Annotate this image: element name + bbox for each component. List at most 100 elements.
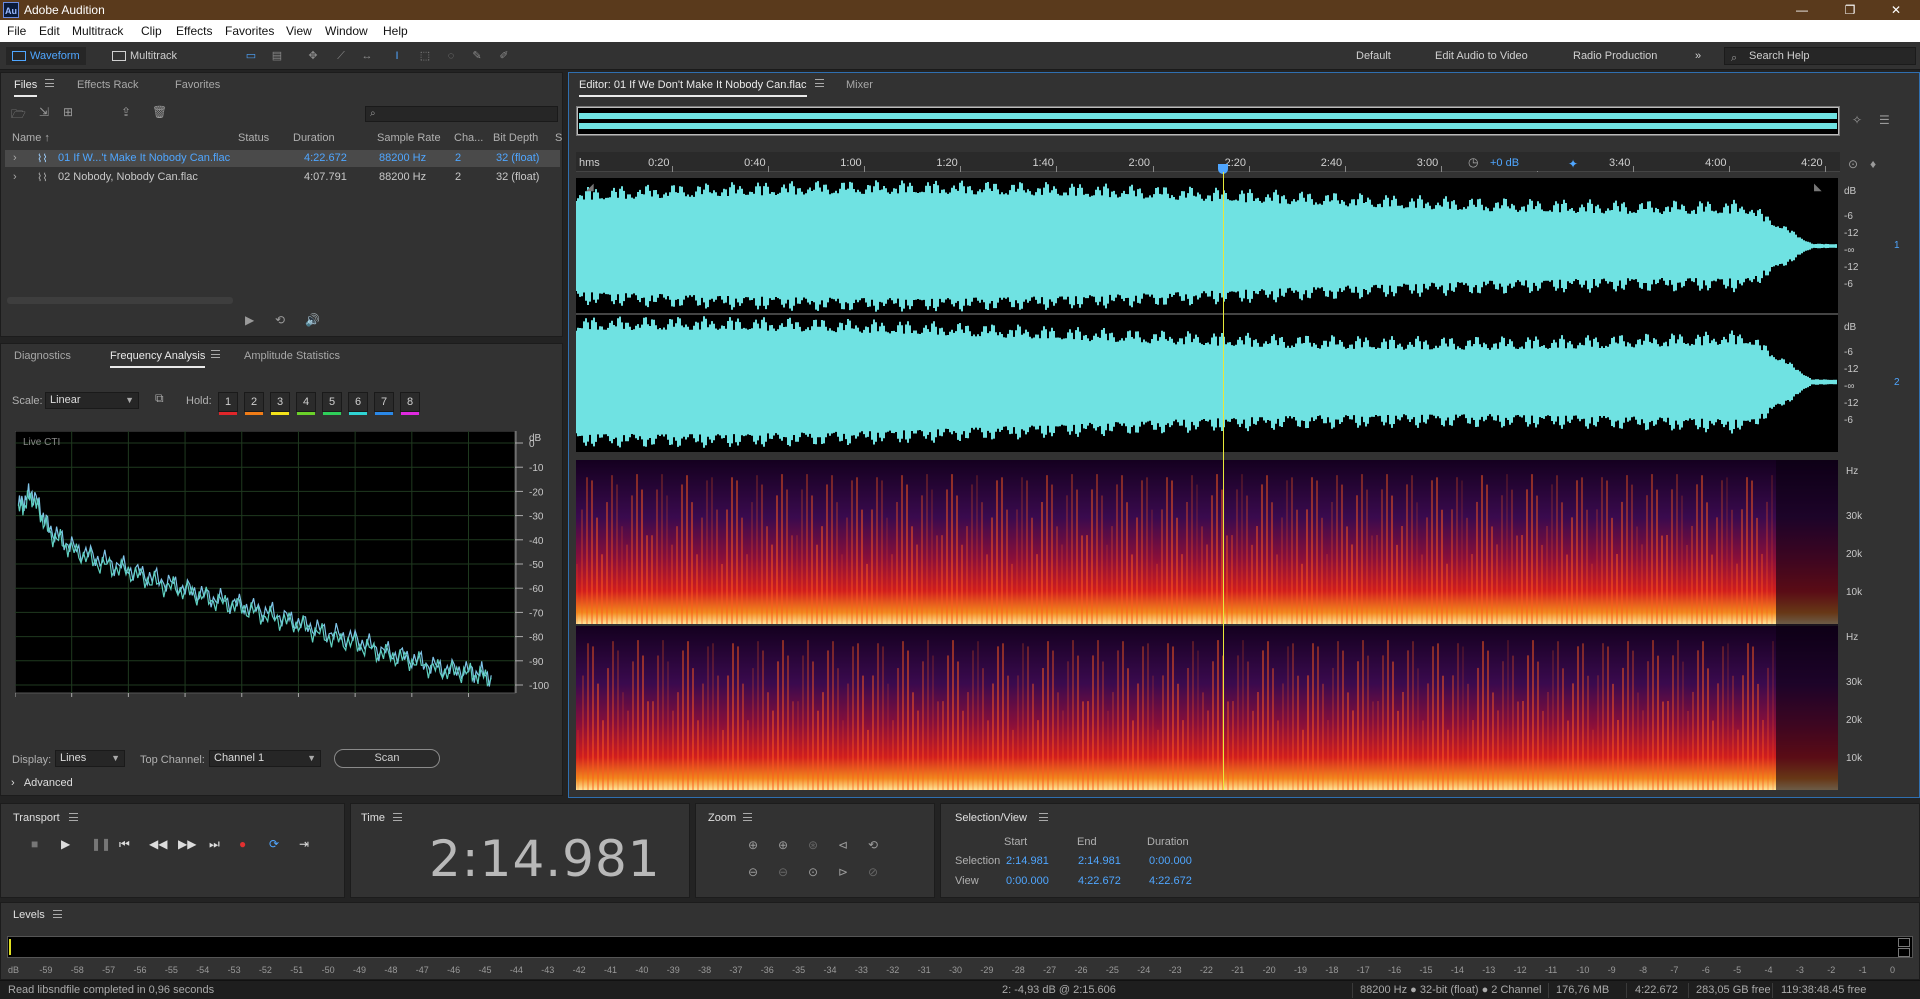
pause-icon[interactable]: ❚❚	[91, 837, 111, 851]
spot-healing-tool-icon[interactable]: ✐	[497, 50, 511, 62]
horizontal-scrollbar[interactable]	[7, 297, 233, 304]
spectral-display-icon[interactable]: ▭	[244, 50, 258, 62]
overview-navigator[interactable]	[576, 106, 1840, 136]
hud-gain-control[interactable]: ◷ +0 dB	[1466, 155, 1540, 171]
open-file-icon[interactable]: 🗁	[11, 105, 26, 126]
auto-play-icon[interactable]: 🔊	[305, 313, 320, 327]
tab-frequency-analysis[interactable]: Frequency Analysis	[110, 350, 206, 368]
zoom-out-time-icon[interactable]: ⊖	[778, 865, 788, 879]
analysis-panel-menu-icon[interactable]	[211, 350, 220, 358]
brush-tool-icon[interactable]: ✎	[470, 50, 484, 62]
insert-into-multitrack-icon[interactable]: ⇪	[121, 105, 131, 119]
scale-select[interactable]: Linear ▼	[45, 392, 139, 409]
menu-window[interactable]: Window	[325, 24, 368, 38]
hold-button-2[interactable]: 2	[244, 392, 264, 415]
col-sample-rate[interactable]: Sample Rate	[377, 132, 441, 144]
hold-button-3[interactable]: 3	[270, 392, 290, 415]
zoom-to-out-point-icon[interactable]: ⊲	[838, 838, 848, 852]
loop-icon[interactable]: ⟲	[275, 313, 285, 327]
zoom-out-amplitude-icon[interactable]: ⊖	[748, 865, 758, 879]
zoom-in-amplitude-icon[interactable]: ⊕	[748, 838, 758, 852]
clip-indicator-left[interactable]	[1898, 938, 1910, 947]
files-search-input[interactable]: ⌕	[365, 106, 558, 122]
hold-button-7[interactable]: 7	[374, 392, 394, 415]
tab-effects-rack[interactable]: Effects Rack	[77, 79, 139, 91]
skip-selection-icon[interactable]: ⇥	[299, 837, 309, 851]
tab-files[interactable]: Files	[14, 79, 38, 97]
zoom-menu-icon[interactable]	[743, 813, 752, 821]
file-row[interactable]: › ⌇⌇ 02 Nobody, Nobody Can.flac 4:07.791…	[5, 169, 560, 186]
view-start-field[interactable]: 0:00.000	[1006, 875, 1049, 887]
menu-view[interactable]: View	[286, 24, 312, 38]
razor-tool-icon[interactable]: ⟋	[334, 50, 348, 62]
menu-multitrack[interactable]: Multitrack	[72, 24, 123, 38]
volume-knob-icon[interactable]: ◷	[1468, 155, 1478, 169]
zoom-lock-icon[interactable]: ⊙	[1848, 157, 1858, 171]
move-tool-icon[interactable]: ✥	[306, 50, 320, 62]
delete-icon[interactable]: 🗑	[152, 105, 167, 119]
waveform-display[interactable]: ◢ ◣	[576, 178, 1838, 452]
zoom-to-in-point-icon[interactable]: ⊳	[838, 865, 848, 879]
search-help-input[interactable]: ⌕ Search Help	[1724, 47, 1916, 65]
zoom-in-time-icon[interactable]: ⊕	[778, 838, 788, 852]
zoom-reset-icon[interactable]: ⟲	[868, 838, 878, 852]
play-icon[interactable]: ▶	[61, 837, 70, 851]
col-channels[interactable]: Cha...	[454, 132, 483, 144]
rewind-icon[interactable]: ◀◀	[149, 837, 167, 851]
panel-options-icon[interactable]: ☰	[1879, 113, 1890, 127]
display-select[interactable]: Lines ▼	[55, 750, 125, 767]
advanced-toggle[interactable]: › Advanced	[11, 777, 73, 789]
col-duration[interactable]: Duration	[293, 132, 335, 144]
tab-diagnostics[interactable]: Diagnostics	[14, 350, 71, 362]
selection-view-menu-icon[interactable]	[1039, 813, 1048, 821]
channel-2-label[interactable]: 2	[1894, 377, 1900, 388]
scan-button[interactable]: Scan	[334, 749, 440, 768]
fast-forward-icon[interactable]: ▶▶	[178, 837, 196, 851]
new-file-icon[interactable]: ⊞	[63, 105, 73, 119]
selection-duration-field[interactable]: 0:00.000	[1149, 855, 1192, 867]
hold-button-5[interactable]: 5	[322, 392, 342, 415]
stop-icon[interactable]: ■	[31, 837, 38, 851]
expand-chevron-icon[interactable]: ›	[13, 171, 17, 183]
close-button[interactable]: ✕	[1876, 0, 1916, 20]
menu-file[interactable]: File	[7, 24, 26, 38]
hold-button-4[interactable]: 4	[296, 392, 316, 415]
gain-value[interactable]: +0 dB	[1490, 157, 1519, 169]
play-icon[interactable]: ▶	[245, 313, 254, 327]
tab-amplitude-statistics[interactable]: Amplitude Statistics	[244, 350, 340, 362]
col-source-format[interactable]: S	[555, 132, 562, 144]
loop-playback-icon[interactable]: ⟳	[269, 837, 279, 851]
import-file-icon[interactable]: ⇲	[39, 105, 49, 119]
workspace-edit-audio-to-video[interactable]: Edit Audio to Video	[1435, 50, 1528, 62]
transport-menu-icon[interactable]	[69, 813, 78, 821]
selection-start-field[interactable]: 2:14.981	[1006, 855, 1049, 867]
col-status[interactable]: Status	[238, 132, 269, 144]
file-row[interactable]: › ⌇⌇ 01 If W...'t Make It Nobody Can.fla…	[5, 150, 560, 167]
top-channel-select[interactable]: Channel 1 ▼	[209, 750, 321, 767]
zoom-navigator-icon[interactable]: ✧	[1852, 113, 1862, 127]
record-icon[interactable]: ●	[239, 837, 246, 851]
time-ruler[interactable]	[576, 152, 1840, 172]
minimize-button[interactable]: —	[1782, 0, 1822, 20]
more-workspaces-icon[interactable]: »	[1695, 50, 1701, 62]
maximize-button[interactable]: ❐	[1830, 0, 1870, 20]
fade-in-handle-icon[interactable]: ◢	[586, 182, 594, 193]
zoom-to-selection-icon[interactable]: ⊙	[808, 865, 818, 879]
advanced-settings-icon[interactable]: ⧉	[155, 391, 164, 406]
menu-effects[interactable]: Effects	[176, 24, 212, 38]
channel-1-label[interactable]: 1	[1894, 240, 1900, 251]
marker-icon[interactable]: ♦	[1870, 157, 1876, 171]
editor-panel-menu-icon[interactable]	[815, 79, 824, 87]
workspace-radio-production[interactable]: Radio Production	[1573, 50, 1657, 62]
zoom-full-icon[interactable]: ⊘	[868, 865, 878, 879]
skip-to-start-icon[interactable]: ⏮	[119, 837, 130, 852]
waveform-mode-button[interactable]: Waveform	[6, 47, 86, 65]
tab-editor[interactable]: Editor: 01 If We Don't Make It Nobody Ca…	[579, 79, 807, 97]
files-panel-menu-icon[interactable]	[45, 79, 54, 87]
tab-favorites[interactable]: Favorites	[175, 79, 220, 91]
menu-help[interactable]: Help	[383, 24, 408, 38]
tab-mixer[interactable]: Mixer	[846, 79, 873, 91]
time-menu-icon[interactable]	[393, 813, 402, 821]
clip-indicator-right[interactable]	[1898, 948, 1910, 957]
lasso-tool-icon[interactable]: ◌	[444, 50, 458, 62]
